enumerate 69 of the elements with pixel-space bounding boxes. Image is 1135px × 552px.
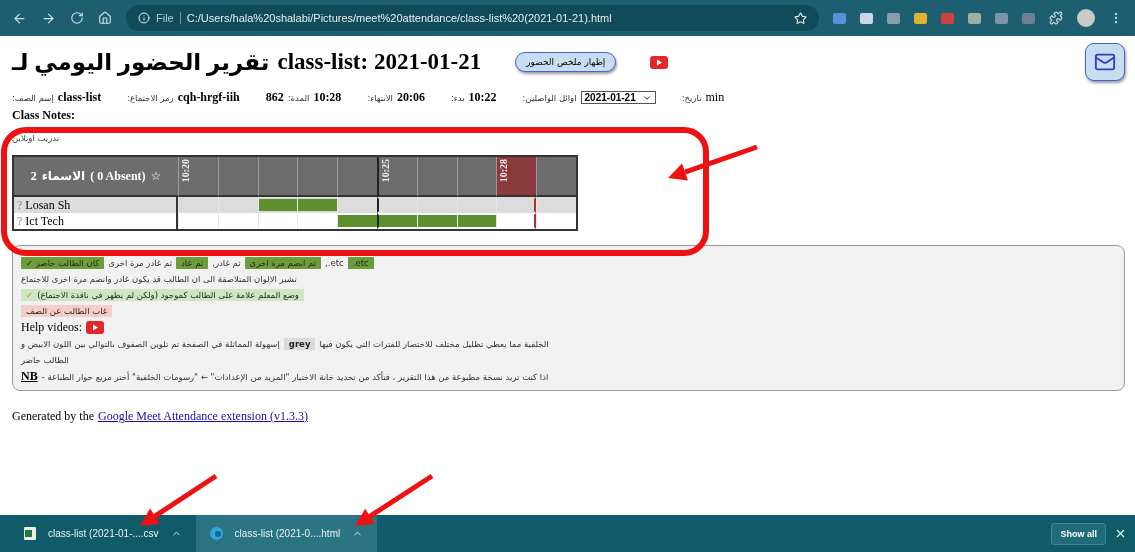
status-mark: ? bbox=[17, 213, 23, 229]
legend-swatch: ✓ وضع المعلم علامة على الطالب كموجود (ولكن لم يظهر في نافذة الاجتماع) bbox=[21, 289, 304, 301]
name-text: Ict Tech bbox=[25, 213, 64, 229]
legend-swatch: غاب الطالب عن الصف bbox=[21, 305, 113, 317]
time-label: 10:25 bbox=[380, 159, 391, 183]
legend-text: إسهولة المماثلة في الصفحة تم تلوين الصفوف بالتوالي بين اللون الابيض و bbox=[21, 339, 280, 349]
meta-label: المدة: bbox=[287, 92, 310, 103]
legend-swatch: grey bbox=[283, 338, 316, 350]
avatar-icon[interactable] bbox=[1077, 9, 1095, 27]
meta-value: 20:06 bbox=[396, 90, 425, 105]
footer-text: Generated by the bbox=[12, 409, 94, 424]
extension-icon[interactable] bbox=[968, 12, 981, 24]
extensions-icon[interactable] bbox=[1049, 11, 1063, 25]
legend-text: etc., bbox=[325, 258, 344, 268]
info-icon[interactable] bbox=[138, 12, 150, 24]
name-text: Losan Sh bbox=[25, 197, 71, 213]
meta-value: class-list bbox=[57, 90, 102, 105]
time-label: 10:20 bbox=[180, 159, 191, 183]
legend-text: الخلفية مما يعطي تظليل مختلف للاختصار للفترات التي يكون فيها bbox=[319, 339, 549, 349]
back-icon[interactable] bbox=[12, 10, 27, 26]
extension-icon[interactable] bbox=[914, 12, 927, 24]
notes-text: تدريب اونلاين bbox=[12, 133, 60, 143]
meta-label: تاريخ: bbox=[681, 92, 702, 103]
forward-icon[interactable] bbox=[41, 10, 56, 26]
status-mark: ? bbox=[17, 197, 23, 213]
download-item[interactable]: class-list (2021-01-....csv bbox=[10, 515, 196, 552]
address-bar[interactable]: File C:/Users/hala%20shalabi/Pictures/meet%20attendance/class-list%20(2021-01-21).html bbox=[126, 5, 819, 31]
meta-label: إسم الصف: bbox=[12, 92, 54, 103]
extension-icon[interactable] bbox=[887, 12, 900, 24]
extension-icon[interactable] bbox=[860, 12, 873, 24]
meta-value: min bbox=[705, 90, 725, 105]
show-all-button[interactable]: Show all bbox=[1051, 522, 1106, 545]
legend-text: اذا كنت تريد نسخة مطبوعة من هذا التقرير ، فتأكد من تحديد خانة الاختيار "المزيد من الإعدادات" ← "رسومات الخلفية" أختر مربع حوار الطباعة - bbox=[41, 371, 549, 382]
browser-icon bbox=[209, 527, 223, 540]
mail-button[interactable] bbox=[1085, 43, 1125, 81]
download-name: class-list (2021-01-....csv bbox=[48, 528, 159, 539]
legend-text: الطالب حاضر bbox=[21, 355, 69, 365]
legend-swatch: ثم انضم مرة اخرى bbox=[244, 257, 322, 269]
reload-icon[interactable] bbox=[70, 11, 84, 25]
help-label: Help videos: bbox=[21, 320, 82, 335]
date-select[interactable]: 2021-01-21 bbox=[580, 91, 656, 104]
legend-text: ثم غادر مرة اخرى bbox=[108, 258, 173, 268]
meta-value: 10:22 bbox=[468, 90, 497, 105]
mail-icon bbox=[1094, 51, 1116, 73]
legend-text: تشير الالوان المتلاصقة الى ان الطالب قد يكون غادر وانضم مرة اخرى للاجتماع bbox=[21, 274, 297, 284]
meta-label: رمز الاجتماع: bbox=[127, 92, 174, 103]
video-icon[interactable] bbox=[650, 55, 669, 69]
summary-button[interactable]: إظهار ملخص الحضور bbox=[515, 52, 617, 72]
meta-value: 10:28 bbox=[313, 90, 342, 105]
meta-label: الانتهاء: bbox=[367, 92, 393, 103]
video-icon[interactable] bbox=[86, 321, 104, 334]
legend-text: ثم غادر, bbox=[212, 258, 241, 268]
bookmark-star-icon[interactable] bbox=[794, 11, 807, 25]
meta-label: اوائل الواصلين: bbox=[522, 92, 577, 103]
notes-heading: Class Notes: bbox=[12, 109, 75, 121]
spreadsheet-icon bbox=[24, 527, 36, 540]
extension-link[interactable]: Google Meet Attendance extension (v1.3.3) bbox=[97, 409, 308, 424]
legend-swatch: etc. bbox=[347, 257, 374, 269]
download-item[interactable]: class-list (2021-0....html bbox=[195, 515, 378, 552]
meta-value: 862 bbox=[265, 90, 284, 105]
time-label: 10:28 bbox=[498, 159, 510, 183]
meta-label: بدء: bbox=[450, 92, 465, 103]
legend-swatch: ثم عاد bbox=[176, 257, 209, 269]
close-icon[interactable] bbox=[1114, 527, 1127, 540]
download-name: class-list (2021-0....html bbox=[234, 528, 341, 539]
nb-label: NB bbox=[21, 369, 38, 384]
legend-swatch: كان الطالب حاضر ✓ bbox=[21, 257, 105, 269]
meta-value: cqh-hrgf-iih bbox=[177, 90, 240, 105]
home-icon[interactable] bbox=[98, 11, 112, 25]
